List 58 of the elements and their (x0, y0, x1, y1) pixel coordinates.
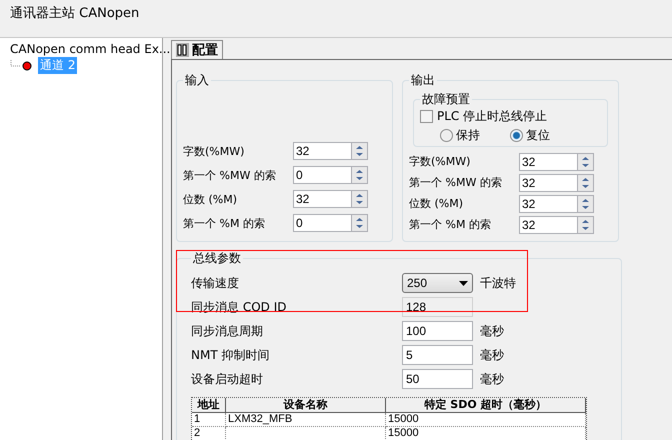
field-label: 第一个 %M 的索 (409, 217, 492, 232)
spin-button-icon[interactable] (577, 152, 594, 170)
field-label: 设备启动超时 (191, 370, 264, 388)
group-title: 输出 (410, 72, 436, 89)
group-title: 输入 (184, 72, 210, 89)
checkbox[interactable]: PLC 停止时总线停止 (420, 108, 601, 125)
spin-button-icon[interactable] (351, 190, 368, 208)
config-icon (176, 43, 189, 57)
field-label: 字数(%MW) (409, 154, 472, 169)
spin-button-icon[interactable] (577, 216, 594, 234)
number-field[interactable]: 32 (519, 152, 577, 170)
field-label: NMT 抑制时间 (191, 346, 270, 364)
radio-button[interactable]: 保持 (440, 127, 480, 144)
table-cell: 1 (192, 413, 226, 427)
group-title: 总线参数 (192, 250, 242, 267)
radio-button[interactable]: 复位 (510, 127, 550, 144)
readonly-field[interactable]: 128 (402, 297, 473, 317)
table-cell: 15000 (386, 413, 586, 427)
table-cell: 2 (192, 427, 226, 440)
unit-label: 毫秒 (480, 346, 504, 364)
text-field[interactable]: 5 (402, 345, 473, 365)
field-label: 位数 (%M) (409, 196, 464, 211)
status-dot-icon (10, 60, 34, 72)
field-label: 传输速度 (191, 274, 240, 292)
number-field[interactable]: 32 (519, 174, 577, 192)
number-field[interactable]: 32 (293, 142, 351, 160)
number-field[interactable]: 32 (293, 190, 351, 208)
field-label: 第一个 %MW 的索 (183, 168, 277, 182)
dropdown[interactable]: 250 (402, 273, 473, 293)
field-label: 同步消息周期 (191, 322, 264, 340)
tree-item[interactable]: CANopen comm head Ex... (8, 42, 172, 56)
window-title: 通讯器主站 CANopen (10, 6, 140, 21)
number-field[interactable]: 32 (519, 194, 577, 212)
spin-button-icon[interactable] (577, 194, 594, 212)
column-header: 设备名称 (226, 398, 386, 413)
text-field[interactable]: 100 (402, 321, 473, 341)
group-title: 故障预置 (421, 91, 471, 108)
text-field[interactable]: 50 (402, 369, 473, 389)
number-field[interactable]: 0 (293, 214, 351, 232)
tab[interactable]: 配置 (171, 40, 223, 59)
dropdown-arrow-icon (459, 280, 468, 286)
table-cell: 15000 (386, 427, 586, 440)
column-header: 特定 SDO 超时（毫秒） (386, 398, 586, 413)
spin-button-icon[interactable] (577, 174, 594, 192)
field-label: 第一个 %MW 的索 (409, 175, 503, 190)
unit-label: 千波特 (480, 274, 516, 292)
unit-label: 毫秒 (480, 322, 504, 340)
spin-button-icon[interactable] (351, 166, 368, 184)
number-field[interactable]: 0 (293, 166, 351, 184)
field-label: 第一个 %M 的索 (183, 216, 266, 230)
column-header: 地址 (192, 398, 226, 413)
field-label: 字数(%MW) (183, 144, 246, 158)
spin-button-icon[interactable] (351, 142, 368, 160)
table-cell: LXM32_MFB (226, 413, 386, 427)
unit-label: 毫秒 (480, 370, 504, 388)
field-label: 位数 (%M) (183, 192, 238, 206)
number-field[interactable]: 32 (519, 216, 577, 234)
spin-button-icon[interactable] (351, 214, 368, 232)
